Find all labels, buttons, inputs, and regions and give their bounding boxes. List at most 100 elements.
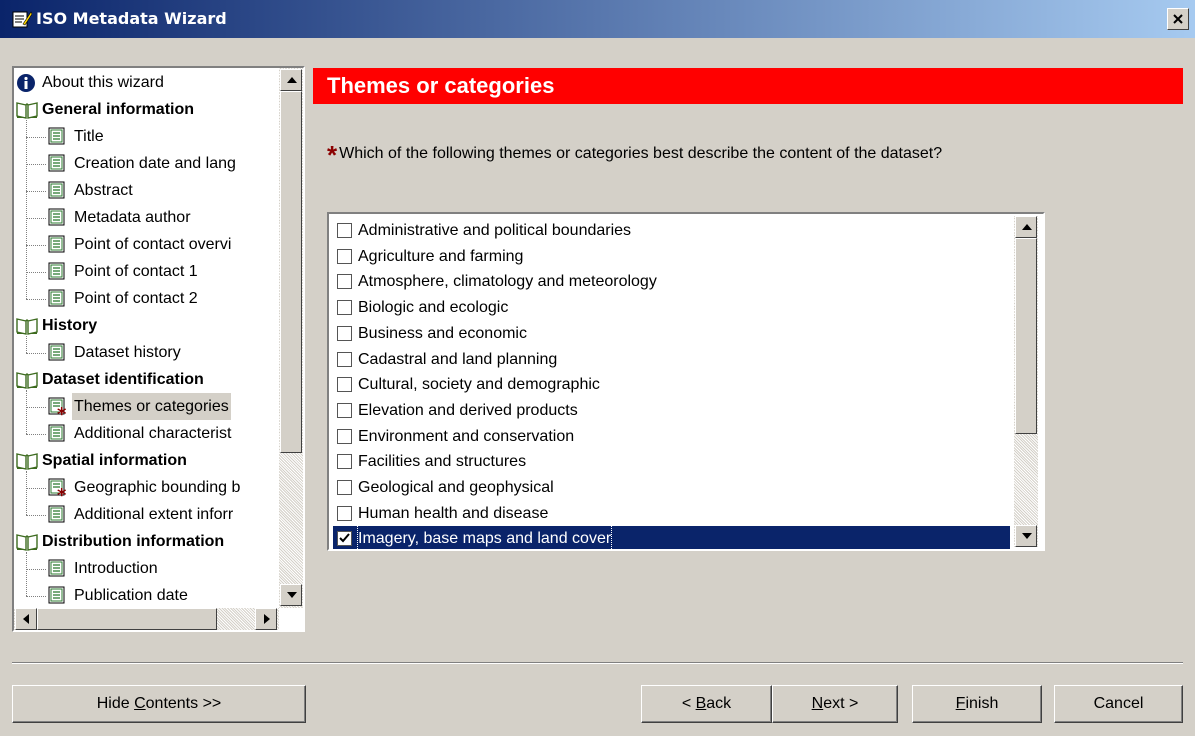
close-button[interactable] [1167,8,1189,30]
theme-label: Biologic and ecologic [358,299,509,317]
tree-item[interactable]: Point of contact overvi [14,231,278,258]
book-icon [16,316,38,335]
page-icon [48,127,68,146]
tree-item[interactable]: General information [14,96,278,123]
theme-checkbox[interactable] [337,351,352,367]
tree-item[interactable]: Point of contact 1 [14,258,278,285]
tree-scroll-right-button[interactable] [255,608,277,630]
theme-option[interactable]: Facilities and structures [333,449,1010,475]
page-icon [48,343,68,362]
tree-item[interactable]: History [14,312,278,339]
tree-item[interactable]: Creation date and lang [14,150,278,177]
tree-scroll-up-button[interactable] [280,69,302,91]
tree-item-label: History [42,317,98,334]
theme-label: Atmosphere, climatology and meteorology [358,273,657,291]
theme-label: Imagery, base maps and land cover [356,525,613,549]
themes-scroll-up-button[interactable] [1015,216,1037,238]
tree-item[interactable]: Introduction [14,555,278,582]
tree-scroll-down-button[interactable] [280,584,302,606]
theme-option[interactable]: Human health and disease [333,501,1010,527]
theme-option[interactable]: Geological and geophysical [333,475,1010,501]
tree-connector [26,272,46,273]
theme-option[interactable]: Administrative and political boundaries [333,218,1010,244]
book-icon [16,451,38,470]
tree-item-label: Publication date [74,587,188,604]
page-icon [48,424,68,443]
finish-label-key: F [955,695,966,712]
theme-option[interactable]: Agriculture and farming [333,244,1010,270]
hide-contents-button[interactable]: Hide Contents >> [12,685,306,723]
page-icon [48,208,68,227]
theme-checkbox[interactable] [337,505,352,521]
tree-horizontal-scrollbar[interactable] [14,608,279,630]
tree-item[interactable]: Title [14,123,278,150]
tree-item[interactable]: Additional extent inforr [14,501,278,528]
theme-checkbox[interactable] [337,223,352,238]
theme-checkbox[interactable] [337,480,352,495]
cancel-button[interactable]: Cancel [1054,685,1183,723]
tree-item[interactable]: Dataset identification [14,366,278,393]
tree-item[interactable]: Publication date [14,582,278,608]
tree-item[interactable]: Dataset history [14,339,278,366]
tree-item[interactable]: Abstract [14,177,278,204]
page-header: Themes or categories [313,68,1183,104]
book-icon [16,370,38,389]
cancel-label: Cancel [1093,695,1144,712]
arrow-up-icon [1022,224,1032,230]
page-icon [48,262,68,281]
tree-item-label: Point of contact overvi [74,236,232,253]
tree-connector [26,552,27,596]
theme-checkbox[interactable] [337,274,352,290]
back-button[interactable]: < Back [641,685,772,723]
tree-scroll-left-button[interactable] [15,608,37,630]
tree-connector [26,515,46,516]
theme-option[interactable]: Business and economic [333,321,1010,347]
theme-option[interactable]: Elevation and derived products [333,398,1010,424]
theme-checkbox[interactable] [337,402,352,418]
tree-content: About this wizard General information Titl… [14,68,278,608]
next-button[interactable]: Next > [772,685,898,723]
tree-hscroll-thumb[interactable] [37,608,217,630]
tree-item[interactable]: About this wizard [14,69,278,96]
tree-connector [26,120,27,299]
tree-connector [26,218,46,219]
themes-checklist[interactable]: Administrative and political boundaries A… [327,212,1045,551]
themes-scroll-thumb[interactable] [1015,238,1037,434]
theme-option[interactable]: Imagery, base maps and land cover [333,525,1010,549]
contents-tree[interactable]: About this wizard General information Titl… [12,66,305,632]
theme-checkbox[interactable] [337,454,352,470]
theme-checkbox[interactable] [337,325,352,341]
theme-checkbox[interactable] [337,531,352,547]
hide-contents-label-pre: Hide [96,695,135,712]
theme-option[interactable]: Environment and conservation [333,424,1010,450]
finish-button[interactable]: Finish [912,685,1042,723]
theme-checkbox[interactable] [337,300,352,316]
book-icon [16,532,38,551]
svg-text:*: * [57,404,67,419]
tree-item-label: Creation date and lang [74,155,236,172]
hide-contents-label-key: C [134,695,146,712]
tree-item[interactable]: Distribution information [14,528,278,555]
tree-item[interactable]: * Themes or categories [14,393,278,425]
tree-item[interactable]: * Geographic bounding b [14,474,278,506]
theme-option[interactable]: Biologic and ecologic [333,295,1010,321]
theme-checkbox[interactable] [337,428,352,444]
tree-item[interactable]: Point of contact 2 [14,285,278,312]
theme-checkbox[interactable] [337,248,352,264]
back-label-key: B [695,695,707,712]
arrow-down-icon [1022,533,1032,539]
tree-connector [26,137,46,138]
tree-item[interactable]: Additional characterist [14,420,278,447]
theme-option[interactable]: Cadastral and land planning [333,347,1010,373]
tree-item-label: General information [42,101,195,118]
tree-item[interactable]: Metadata author [14,204,278,231]
themes-vertical-scrollbar[interactable] [1014,216,1038,547]
theme-option[interactable]: Atmosphere, climatology and meteorology [333,269,1010,295]
theme-checkbox[interactable] [337,377,352,393]
tree-vertical-scrollbar[interactable] [279,68,303,608]
theme-option[interactable]: Cultural, society and demographic [333,372,1010,398]
tree-item[interactable]: Spatial information [14,447,278,474]
question-label: Which of the following themes or categor… [339,145,943,162]
themes-scroll-down-button[interactable] [1015,525,1037,547]
tree-scroll-thumb[interactable] [280,91,302,453]
